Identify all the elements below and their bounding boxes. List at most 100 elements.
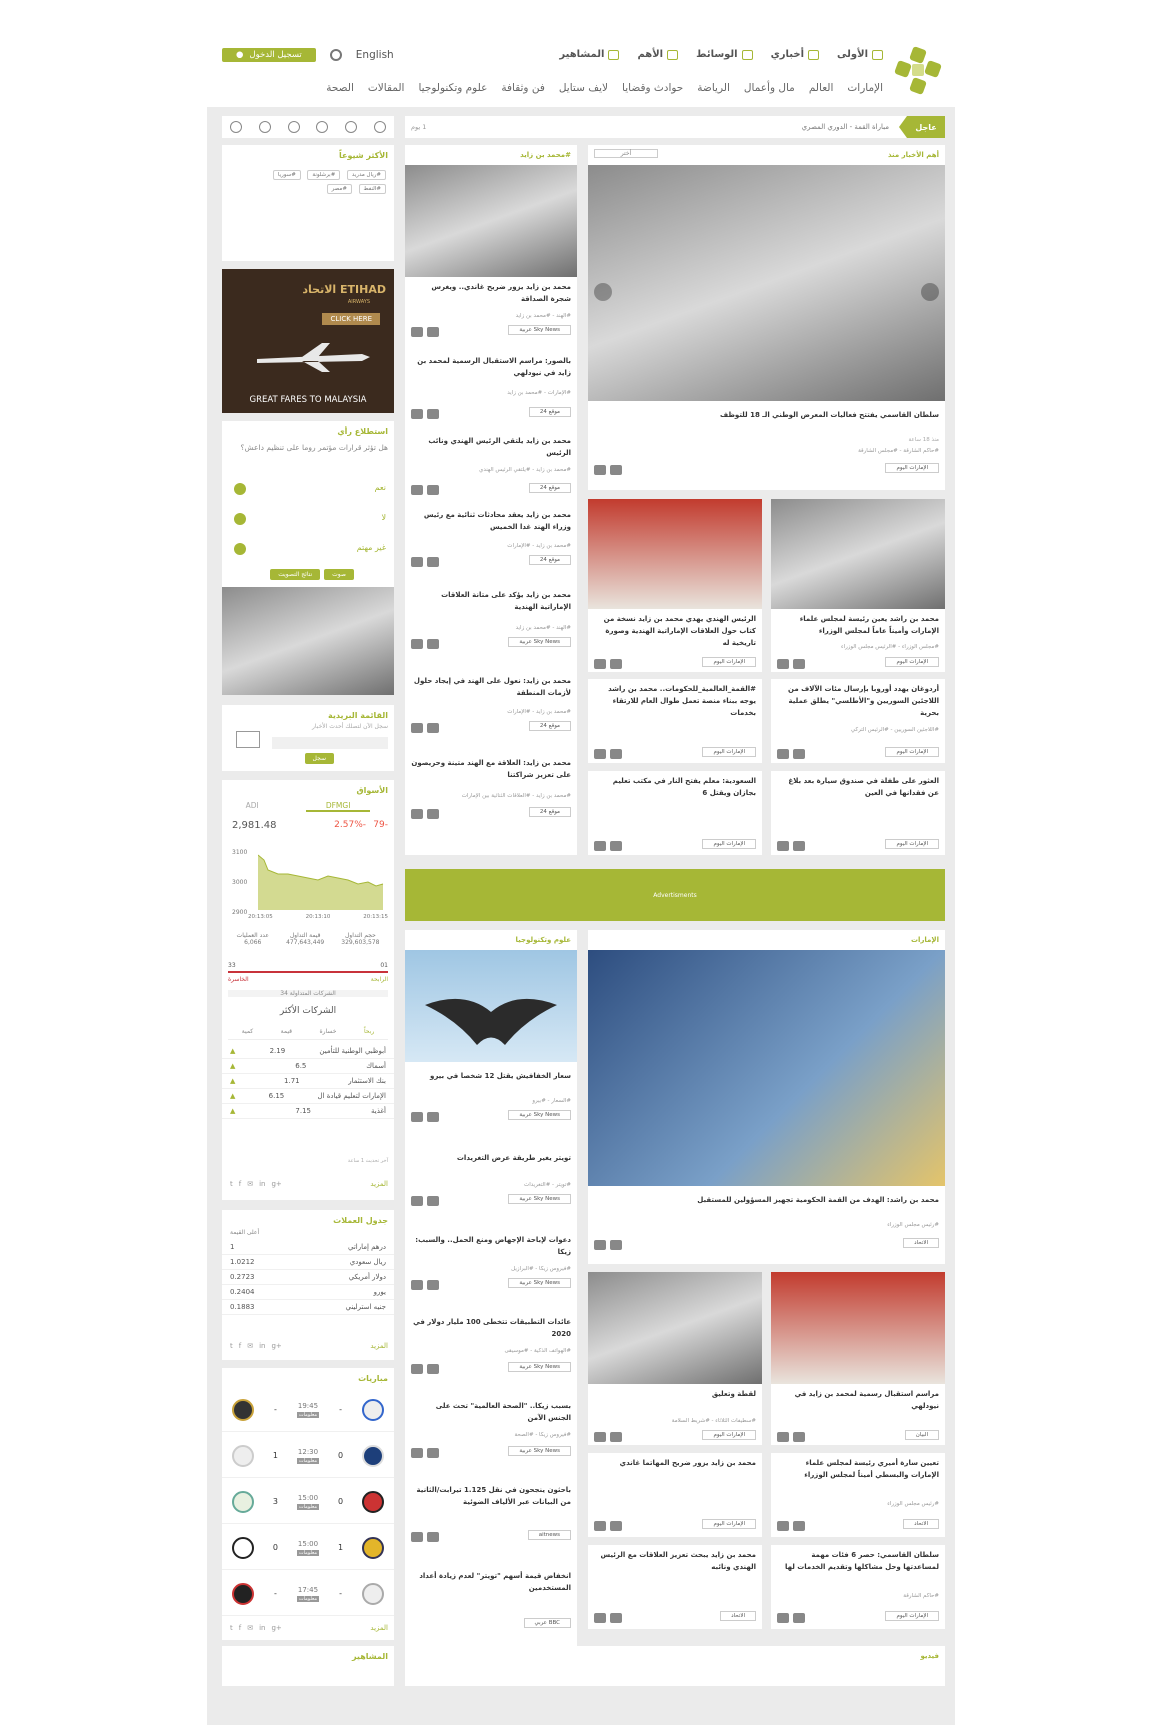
stock-row[interactable]: الإمارات لتعليم قيادة ال 6.15 ▲ [222, 1089, 394, 1104]
nav-section[interactable]: العالم [809, 82, 834, 94]
info-badge[interactable]: معلومات [296, 1595, 320, 1602]
news-title[interactable]: بسبب زيكا.. "الصحة العالمية" تحث على الج… [411, 1400, 571, 1424]
nav-section[interactable]: المقالات [368, 82, 405, 94]
share-icon[interactable] [777, 1432, 789, 1442]
share-icon[interactable] [411, 1364, 423, 1374]
news-card[interactable]: تعيين سارة أميري رئيسة لمجلس علماء الإما… [771, 1453, 945, 1537]
news-source[interactable]: Sky News عربية [508, 1110, 571, 1120]
tag-pill[interactable]: #ريال مدريد [346, 170, 386, 180]
user-icon[interactable] [427, 1196, 439, 1206]
news-title[interactable]: محمد بن زايد يلتقي الرئيس الهندي ونائب ا… [411, 435, 571, 459]
news-image[interactable] [771, 1272, 945, 1384]
stock-row[interactable]: بنك الاستثمار 1.71 ▲ [222, 1074, 394, 1089]
user-icon[interactable] [427, 1280, 439, 1290]
hero-image[interactable] [588, 165, 945, 401]
news-source[interactable]: الإمارات اليوم [702, 657, 756, 667]
more-link[interactable]: المزيد [370, 1180, 388, 1188]
news-source[interactable]: Sky News عربية [508, 1362, 571, 1372]
news-source[interactable]: aitnews [527, 1530, 571, 1540]
user-icon[interactable] [427, 557, 439, 567]
linkedin-icon[interactable]: in [259, 1624, 265, 1632]
news-source[interactable]: Sky News عربية [508, 1446, 571, 1456]
share-icon[interactable] [777, 841, 789, 851]
stock-row[interactable]: أسماك 6.5 ▲ [222, 1059, 394, 1074]
user-icon[interactable] [427, 1364, 439, 1374]
share-icon[interactable] [411, 409, 423, 419]
nav-section[interactable]: حوادث وقضايا [622, 82, 683, 94]
news-card[interactable]: السعودية: معلم يفتح النار في مكتب تعليم … [588, 771, 762, 855]
twitter-icon[interactable]: t [230, 1180, 233, 1188]
twitter-icon[interactable]: t [230, 1624, 233, 1632]
tab-volume[interactable]: كمية [242, 1028, 253, 1035]
tag-pill[interactable]: #برشلونة [307, 170, 341, 180]
news-tags[interactable]: #الهند - #محمد بن زايد [516, 313, 571, 319]
tab-losers[interactable]: خسارة [320, 1028, 337, 1035]
news-title[interactable]: سلطان القاسمي: حصر 6 فئات مهمة لمساعدتها… [777, 1549, 939, 1573]
gplus-icon[interactable]: g+ [271, 1342, 281, 1350]
search-icon[interactable] [329, 49, 342, 61]
user-icon[interactable] [610, 1240, 622, 1250]
news-card[interactable]: سلطان القاسمي: حصر 6 فئات مهمة لمساعدتها… [771, 1545, 945, 1629]
column-image[interactable] [405, 165, 577, 277]
email-icon[interactable]: ✉ [247, 1624, 253, 1632]
ad-banner[interactable]: Advertisments [405, 869, 945, 921]
match-row[interactable]: - 17:45 معلومات - [222, 1572, 394, 1616]
share-icon[interactable] [594, 1240, 606, 1250]
news-card[interactable]: #القمة_العالمية_للحكومات.. محمد بن راشد … [588, 679, 762, 763]
news-tags[interactable]: #محمد بن زايد - #الإمارات [507, 709, 571, 715]
news-tags[interactable]: #تويتر - #التغريدات [524, 1182, 571, 1188]
news-title[interactable]: تعيين سارة أميري رئيسة لمجلس علماء الإما… [777, 1457, 939, 1481]
news-title[interactable]: تويتر يغير طريقة عرض التغريدات [411, 1152, 571, 1164]
more-link[interactable]: المزيد [370, 1342, 388, 1350]
more-link[interactable]: المزيد [370, 1624, 388, 1632]
news-source[interactable]: البيان [904, 1430, 939, 1440]
nav-news[interactable]: أخباري [771, 49, 820, 60]
news-title[interactable]: محمد بن زايد يزور ضريح المهاتما غاندي [594, 1457, 756, 1469]
login-button[interactable]: ● تسجيل الدخول [222, 48, 316, 62]
news-tags[interactable]: #سطيفات الثلاثاء - #شريط السلامة [672, 1418, 756, 1424]
filter-select[interactable]: أختر [594, 149, 658, 158]
news-card[interactable]: محمد بن زايد يزور ضريح المهاتما غاندي ال… [588, 1453, 762, 1537]
match-row[interactable]: 0 15:00 معلومات 1 [222, 1526, 394, 1570]
share-icon[interactable] [411, 639, 423, 649]
news-source[interactable]: موقع 24 [528, 407, 571, 417]
news-title[interactable]: دعوات لإباحة الإجهاض ومنع الحمل.. والسبب… [411, 1234, 571, 1258]
news-tags[interactable]: #محمد بن زايد - #العلاقات الثنائية بين ا… [462, 793, 571, 799]
news-tags[interactable]: #الإمارات - #محمد بن زايد [507, 390, 571, 396]
share-icon[interactable] [411, 1532, 423, 1542]
hero-card[interactable]: أهم الأخبار منذ أختر سلطان القاسمي يفتتح… [588, 145, 945, 490]
share-icon[interactable] [411, 1448, 423, 1458]
news-source[interactable]: Sky News عربية [508, 325, 571, 335]
user-icon[interactable] [793, 1613, 805, 1623]
tag-pill[interactable]: #مصر [326, 184, 352, 194]
news-image[interactable] [588, 1272, 762, 1384]
news-source[interactable]: الاتحاد [720, 1611, 756, 1621]
chart-icon[interactable] [287, 121, 300, 133]
currency-row[interactable]: جنيه استرليني 0.1883 [222, 1300, 394, 1315]
user-icon[interactable] [610, 1521, 622, 1531]
user-icon[interactable] [610, 1432, 622, 1442]
column-title[interactable]: فيديو [920, 1652, 939, 1660]
etihad-ad[interactable]: الاتحاد ETIHAD AIRWAYS CLICK HERE GREAT … [222, 269, 394, 413]
facebook-icon[interactable]: f [239, 1180, 241, 1188]
news-title[interactable]: محمد بن زايد يبحث تعزيز العلاقات مع الرئ… [594, 1549, 756, 1573]
tab-value[interactable]: قيمة [281, 1028, 292, 1035]
news-title[interactable]: سعار الخفافيش يقتل 12 شخصا في بيرو [411, 1070, 571, 1082]
news-title[interactable]: السعودية: معلم يفتح النار في مكتب تعليم … [594, 775, 756, 799]
globe-icon[interactable] [259, 121, 272, 133]
slider-next-icon[interactable] [921, 283, 939, 301]
facebook-icon[interactable]: f [239, 1624, 241, 1632]
news-tags[interactable]: #حاكم الشارقة [903, 1593, 939, 1599]
news-image[interactable] [771, 499, 945, 609]
email-input[interactable] [272, 737, 388, 749]
match-row[interactable]: 1 12:30 معلومات 0 [222, 1434, 394, 1478]
news-title[interactable]: بالصور: مراسم الاستقبال الرسمية لمحمد بن… [411, 355, 571, 379]
results-button[interactable]: نتائج التصويت [270, 569, 321, 580]
news-card[interactable]: أردوغان يهدد أوروبا بإرسال مئات الآلاف م… [771, 679, 945, 763]
share-icon[interactable] [777, 659, 789, 669]
hero-source[interactable]: الإمارات اليوم [885, 463, 939, 473]
news-tags[interactable]: #الهواتف الذكية - #موسيقى [504, 1348, 571, 1354]
user-icon[interactable] [610, 749, 622, 759]
share-icon[interactable] [594, 659, 606, 669]
news-title[interactable]: لقطة وتعليق [594, 1388, 756, 1400]
